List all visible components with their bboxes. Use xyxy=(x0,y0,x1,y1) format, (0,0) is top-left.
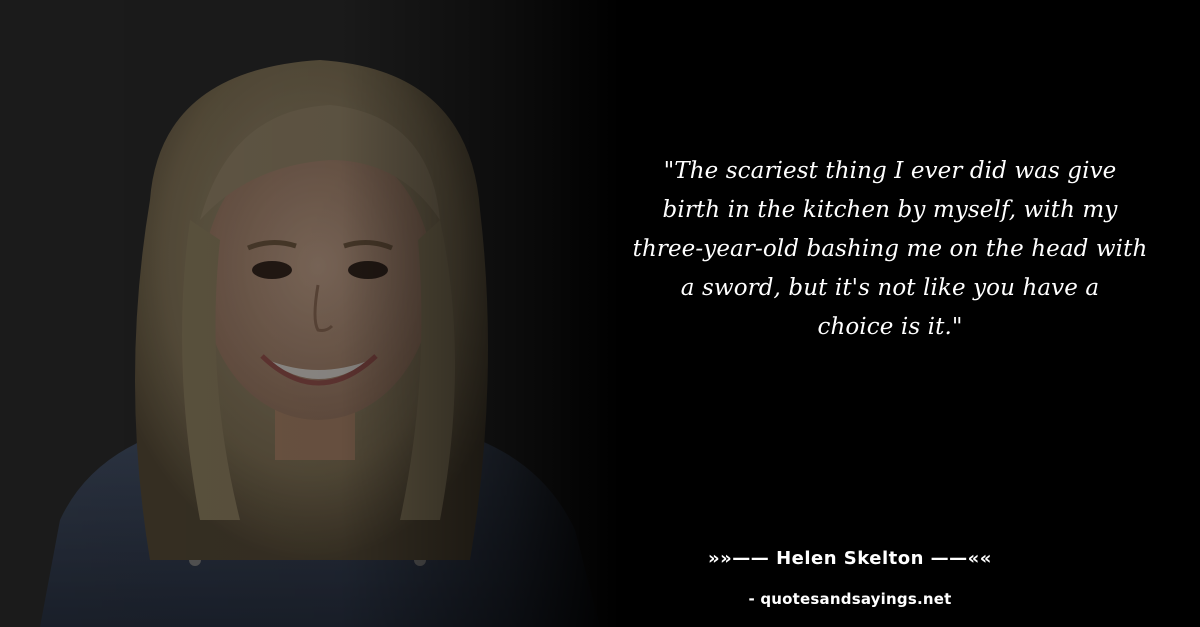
quote-card: "The scariest thing I ever did was give … xyxy=(0,0,1200,627)
portrait-photo xyxy=(0,0,620,627)
quote-line: birth in the kitchen by myself, with my xyxy=(662,197,1118,223)
photo-fade-overlay xyxy=(0,0,620,627)
quote-line: choice is it." xyxy=(817,314,963,340)
quote-line: three-year-old bashing me on the head wi… xyxy=(632,236,1148,262)
source-link[interactable]: - quotesandsayings.net xyxy=(600,590,1100,608)
quote-text: "The scariest thing I ever did was give … xyxy=(600,152,1180,347)
quote-line: "The scariest thing I ever did was give xyxy=(663,158,1117,184)
quote-line: a sword, but it's not like you have a xyxy=(680,275,1100,301)
quote-author: »»—— Helen Skelton ——«« xyxy=(708,548,992,569)
